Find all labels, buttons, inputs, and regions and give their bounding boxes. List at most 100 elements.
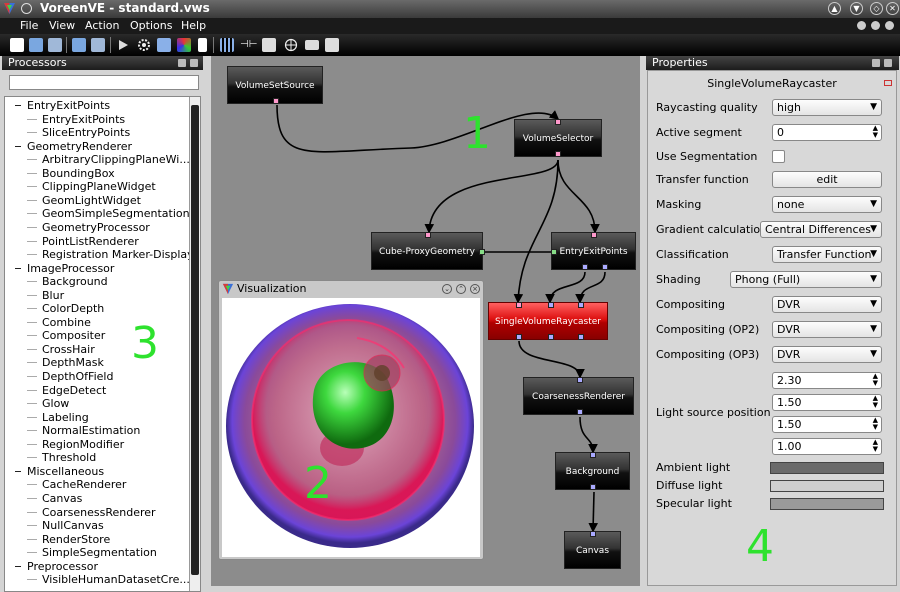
tree-category[interactable]: ImageProcessor (5, 262, 114, 275)
light-position-x-spinbox[interactable]: 2.30 ▲ ▼ (772, 372, 882, 389)
port-volume-in[interactable] (425, 232, 431, 238)
save-network-icon[interactable] (91, 38, 105, 52)
tree-category[interactable]: EntryExitPoints (5, 99, 110, 112)
visualization-window[interactable]: Visualization ⌄ ⌃ × 2 (218, 280, 484, 560)
raycasting-quality-select[interactable]: high ▼ (772, 99, 882, 116)
port-exit-out[interactable] (602, 264, 608, 270)
camera-icon[interactable] (305, 40, 319, 50)
gradient-calculation-select[interactable]: Central Differences ▼ (760, 221, 882, 238)
node-canvas[interactable]: Canvas (564, 531, 621, 569)
light-position-w-spinbox[interactable]: 1.00 ▲ ▼ (772, 438, 882, 455)
tree-item[interactable]: CoarsenessRenderer (5, 506, 156, 519)
maximize-icon[interactable]: ⌃ (456, 284, 466, 294)
tree-item[interactable]: Background (5, 275, 108, 288)
node-cube-proxygeometry[interactable]: Cube-ProxyGeometry (371, 232, 485, 270)
node-background[interactable]: Background (555, 452, 630, 490)
specular-light-color-swatch[interactable] (770, 498, 884, 510)
port-image-in[interactable] (577, 377, 583, 383)
tree-item[interactable]: Labeling (5, 411, 89, 424)
port-volume-in[interactable] (591, 232, 597, 238)
compositing-select[interactable]: DVR ▼ (772, 296, 882, 313)
tree-item[interactable]: Blur (5, 289, 64, 302)
processor-search-input[interactable] (9, 75, 199, 90)
grid-icon[interactable] (220, 38, 234, 52)
tree-item[interactable]: ArbitraryClippingPlaneWi... (5, 153, 190, 166)
spin-arrows-icon[interactable]: ▲ ▼ (873, 417, 878, 431)
snapshot-icon[interactable] (262, 38, 276, 52)
close-icon[interactable]: × (470, 284, 480, 294)
use-segmentation-checkbox[interactable] (772, 150, 785, 163)
tree-item[interactable]: SimpleSegmentation (5, 546, 157, 559)
port-image-out-3[interactable] (578, 334, 584, 340)
collapse-icon[interactable] (15, 267, 21, 269)
new-file-icon[interactable] (10, 38, 24, 52)
document-icon[interactable] (198, 38, 207, 52)
tree-category[interactable]: GeometryRenderer (5, 140, 132, 153)
compositing-op2-select[interactable]: DVR ▼ (772, 321, 882, 338)
tree-item[interactable]: GeomLightWidget (5, 194, 141, 207)
tree-item[interactable]: VisibleHumanDatasetCre... (5, 573, 190, 586)
undock-icon[interactable] (872, 59, 880, 67)
tree-item[interactable]: DepthMask (5, 356, 104, 369)
port-entry-in[interactable] (548, 302, 554, 308)
close-window-icon[interactable]: ✕ (886, 2, 899, 15)
port-image-out[interactable] (577, 409, 583, 415)
settings-gear-icon[interactable] (137, 38, 151, 52)
spin-arrows-icon[interactable]: ▲ ▼ (873, 395, 878, 409)
collapse-icon[interactable] (15, 470, 21, 472)
port-entry-out[interactable] (582, 264, 588, 270)
port-volumeset-in[interactable] (555, 119, 561, 125)
tree-item[interactable]: Canvas (5, 492, 82, 505)
port-image-out-2[interactable] (548, 334, 554, 340)
render-canvas[interactable]: 2 (222, 298, 480, 557)
port-image-out[interactable] (590, 484, 596, 490)
tree-item[interactable]: Registration Marker-Display (5, 248, 194, 261)
tree-item[interactable]: DepthOfField (5, 370, 113, 383)
maximize-window-icon[interactable]: ◇ (870, 2, 883, 15)
spin-arrows-icon[interactable]: ▲ ▼ (873, 373, 878, 387)
tree-item[interactable]: BoundingBox (5, 167, 115, 180)
tree-item[interactable]: EdgeDetect (5, 384, 106, 397)
tree-category[interactable]: Preprocessor (5, 560, 98, 573)
ambient-light-color-swatch[interactable] (770, 462, 884, 474)
tree-item[interactable]: NullCanvas (5, 519, 104, 532)
menu-view[interactable]: View (49, 19, 75, 32)
tree-item[interactable]: ColorDepth (5, 302, 104, 315)
tree-item[interactable]: GeometryProcessor (5, 221, 150, 234)
node-entryexitpoints[interactable]: EntryExitPoints (551, 232, 636, 270)
port-exit-in[interactable] (578, 302, 584, 308)
tree-item[interactable]: RegionModifier (5, 438, 124, 451)
tree-item[interactable]: Combine (5, 316, 91, 329)
tree-item[interactable]: Glow (5, 397, 69, 410)
menu-help[interactable]: Help (181, 19, 206, 32)
scrollbar-thumb[interactable] (191, 105, 199, 575)
pin-icon[interactable] (21, 3, 32, 14)
tree-item[interactable]: EntryExitPoints (5, 113, 125, 126)
tree-item[interactable]: GeomSimpleSegmentation (5, 207, 190, 220)
tree-item[interactable]: NormalEstimation (5, 424, 140, 437)
mdi-close-icon[interactable] (885, 21, 894, 30)
undock-icon[interactable] (178, 59, 186, 67)
port-volume-out[interactable] (555, 151, 561, 157)
port-image-in[interactable] (590, 452, 596, 458)
node-coarsenessrenderer[interactable]: CoarsenessRenderer (523, 377, 634, 415)
tree-item[interactable]: PointListRenderer (5, 235, 139, 248)
menu-file[interactable]: File (20, 19, 38, 32)
masking-select[interactable]: none ▼ (772, 196, 882, 213)
shading-select[interactable]: Phong (Full) ▼ (730, 271, 882, 288)
globe-icon[interactable] (284, 38, 298, 52)
processor-tree-scrollbar[interactable] (189, 97, 200, 591)
tree-item[interactable]: Compositer (5, 329, 105, 342)
open-network-icon[interactable] (72, 38, 86, 52)
port-geometry-out[interactable] (479, 249, 485, 255)
shade-window-icon[interactable]: ▲ (828, 2, 841, 15)
close-panel-icon[interactable] (884, 59, 892, 67)
tree-item[interactable]: CrossHair (5, 343, 95, 356)
node-singlevolumeraycaster[interactable]: SingleVolumeRaycaster (488, 302, 608, 340)
open-file-icon[interactable] (29, 38, 43, 52)
minimize-icon[interactable]: ⌄ (442, 284, 452, 294)
minimize-window-icon[interactable]: ▼ (850, 2, 863, 15)
node-volumesetsource[interactable]: VolumeSetSource (227, 66, 323, 104)
light-position-z-spinbox[interactable]: 1.50 ▲ ▼ (772, 416, 882, 433)
processor-tree[interactable]: EntryExitPoints EntryExitPoints SliceEntry… (4, 96, 201, 592)
